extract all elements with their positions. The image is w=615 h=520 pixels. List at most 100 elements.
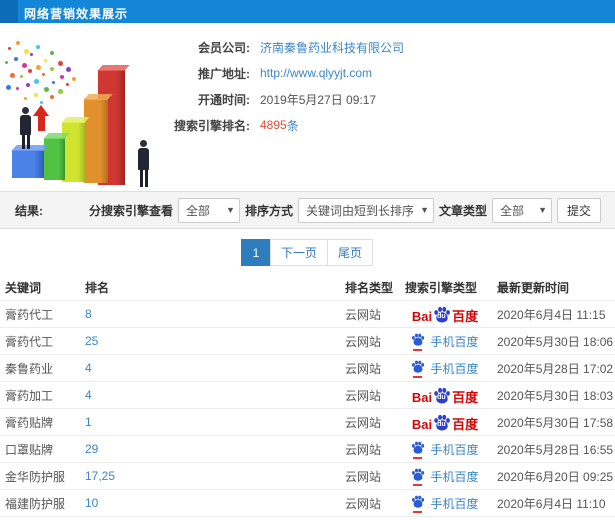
rank-cell: 17,25 — [85, 469, 345, 483]
growth-chart-illustration — [0, 30, 180, 187]
rank-link[interactable]: 4 — [85, 388, 92, 402]
paw-icon — [412, 495, 425, 508]
baidu-logo-bai: Bai — [411, 416, 433, 432]
mobile-baidu-underline — [413, 457, 423, 459]
promo-url-link[interactable]: http://www.qlyyjt.com — [260, 66, 372, 80]
table-header-row: 关键词 排名 排名类型 搜索引擎类型 最新更新时间 — [0, 274, 615, 300]
mobile-baidu-underline — [413, 376, 423, 378]
rank-type-cell: 云网站 — [345, 415, 382, 430]
filter-controls: 分搜索引擎查看 全部 ▼ 排序方式 关键词由短到长排序 ▼ 文章类型 全部 ▼ … — [88, 197, 601, 223]
article-type-label: 文章类型 — [438, 203, 487, 218]
page-1-button[interactable]: 1 — [240, 239, 271, 266]
sort-select[interactable]: 关键词由短到长排序 ▼ — [297, 197, 434, 223]
up-arrow-icon — [33, 105, 49, 131]
last-page-button[interactable]: 尾页 — [327, 239, 374, 266]
engine-type-cell: 手机百度 — [400, 360, 490, 378]
paw-icon — [412, 333, 425, 346]
baidu-paw-icon: du — [433, 306, 451, 323]
paw-icon — [412, 468, 425, 481]
baidu-logo: Bai du 百度 — [412, 306, 478, 323]
keyword-cell: 口罩贴牌 — [5, 442, 54, 457]
rank-link[interactable]: 10 — [85, 496, 98, 510]
mobile-baidu-paw-icon — [411, 468, 425, 486]
engine-select[interactable]: 全部 ▼ — [177, 197, 240, 223]
update-time-cell: 2020年5月30日 18:06 — [497, 334, 614, 349]
engine-filter-label: 分搜索引擎查看 — [88, 203, 173, 218]
rank-type-cell: 云网站 — [345, 442, 382, 457]
page: 网络营销效果展示 会员公司: 济南秦鲁药业科技有限公司 推广地址: http:/… — [0, 0, 615, 520]
pagination: 1 下一页 尾页 — [0, 239, 615, 266]
baidu-logo-chinese: 百度 — [452, 416, 479, 432]
result-label: 结果: — [15, 203, 43, 218]
rank-link[interactable]: 29 — [85, 442, 98, 456]
chevron-down-icon: ▼ — [420, 205, 429, 215]
rank-cell: 29 — [85, 442, 345, 456]
mobile-baidu-paw-icon — [411, 360, 425, 378]
header-update-time: 最新更新时间 — [497, 280, 570, 295]
mobile-baidu-logo: 手机百度 — [411, 360, 479, 378]
rank-link[interactable]: 8 — [85, 307, 92, 321]
update-time-cell: 2020年5月30日 17:58 — [497, 415, 614, 430]
article-type-select[interactable]: 全部 ▼ — [492, 197, 552, 223]
engine-type-cell: 手机百度 — [400, 468, 490, 486]
businessman-figure-right — [138, 140, 149, 187]
rank-type-cell: 云网站 — [345, 334, 382, 349]
rank-link[interactable]: 4 — [85, 361, 92, 375]
titlebar-corner-block — [0, 0, 18, 23]
header-rank: 排名 — [85, 280, 110, 295]
update-time-cell: 2020年5月28日 17:02 — [497, 361, 614, 376]
info-row-rank-count: 搜索引擎排名: 4895 条 — [166, 116, 606, 134]
paw-icon — [412, 360, 425, 373]
mobile-baidu-logo: 手机百度 — [411, 495, 479, 513]
company-label: 会员公司: — [198, 40, 250, 55]
company-link[interactable]: 济南秦鲁药业科技有限公司 — [260, 39, 404, 56]
baidu-logo-du: du — [437, 312, 446, 320]
member-info-panel: 会员公司: 济南秦鲁药业科技有限公司 推广地址: http://www.qlyy… — [166, 30, 606, 134]
baidu-logo: Bai du 百度 — [412, 414, 478, 431]
mobile-baidu-paw-icon — [411, 333, 425, 351]
table-body: 膏药代工 8 云网站 Bai du 百度 2020年6月4日 11:15 膏药代工 25 云网站手… — [0, 300, 615, 520]
rank-cell: 10 — [85, 496, 345, 510]
update-time-cell: 2020年6月4日 11:15 — [497, 307, 606, 322]
engine-type-cell: Bai du 百度 — [400, 387, 490, 404]
baidu-logo-du: du — [437, 393, 446, 401]
update-time-cell: 2020年5月28日 16:55 — [497, 442, 614, 457]
update-time-cell: 2020年6月20日 09:25 — [497, 469, 614, 484]
filter-bar: 结果: 分搜索引擎查看 全部 ▼ 排序方式 关键词由短到长排序 ▼ 文章类型 全… — [0, 191, 615, 229]
article-type-value: 全部 — [500, 203, 525, 218]
page-title: 网络营销效果展示 — [24, 7, 129, 21]
mobile-baidu-underline — [413, 511, 423, 513]
rank-type-cell: 云网站 — [345, 307, 382, 322]
table-row: 膏药代工 25 云网站 手机百度 2020年5月30日 18:06 — [0, 327, 615, 354]
sort-select-value: 关键词由短到长排序 — [305, 203, 414, 218]
url-label: 推广地址: — [198, 66, 250, 81]
rank-cell: 8 — [85, 307, 345, 321]
table-row: Baidu百度 — [0, 516, 615, 520]
rank-link[interactable]: 17,25 — [85, 469, 115, 483]
mobile-baidu-label: 手机百度 — [430, 361, 479, 376]
info-row-open-time: 开通时间: 2019年5月27日 09:17 — [166, 90, 606, 108]
baidu-logo: Bai du 百度 — [412, 387, 478, 404]
rank-link[interactable]: 25 — [85, 334, 98, 348]
mobile-baidu-paw-icon — [411, 495, 425, 513]
info-row-url: 推广地址: http://www.qlyyjt.com — [166, 64, 606, 82]
table-row: 秦鲁药业 4 云网站 手机百度 2020年5月28日 17:02 — [0, 354, 615, 381]
mobile-baidu-paw-icon — [411, 441, 425, 459]
header-rank-type: 排名类型 — [345, 280, 394, 295]
mobile-baidu-label: 手机百度 — [430, 442, 479, 457]
baidu-paw-icon: du — [433, 414, 451, 431]
baidu-logo-bai: Bai — [411, 308, 433, 324]
rank-count-suffix: 条 — [286, 118, 299, 133]
mobile-baidu-underline — [413, 484, 423, 486]
sort-filter-label: 排序方式 — [244, 203, 293, 218]
rank-link[interactable]: 1 — [85, 415, 92, 429]
update-time-cell: 2020年5月30日 18:03 — [497, 388, 614, 403]
mobile-baidu-logo: 手机百度 — [411, 441, 479, 459]
submit-button[interactable]: 提交 — [557, 197, 601, 223]
update-time-cell: 2020年6月4日 11:10 — [497, 496, 606, 511]
title-bar: 网络营销效果展示 — [0, 0, 615, 23]
mobile-baidu-logo: 手机百度 — [411, 333, 479, 351]
engine-type-cell: Bai du 百度 — [400, 414, 490, 431]
rank-count-value: 4895 — [260, 118, 287, 132]
next-page-button[interactable]: 下一页 — [269, 239, 328, 266]
